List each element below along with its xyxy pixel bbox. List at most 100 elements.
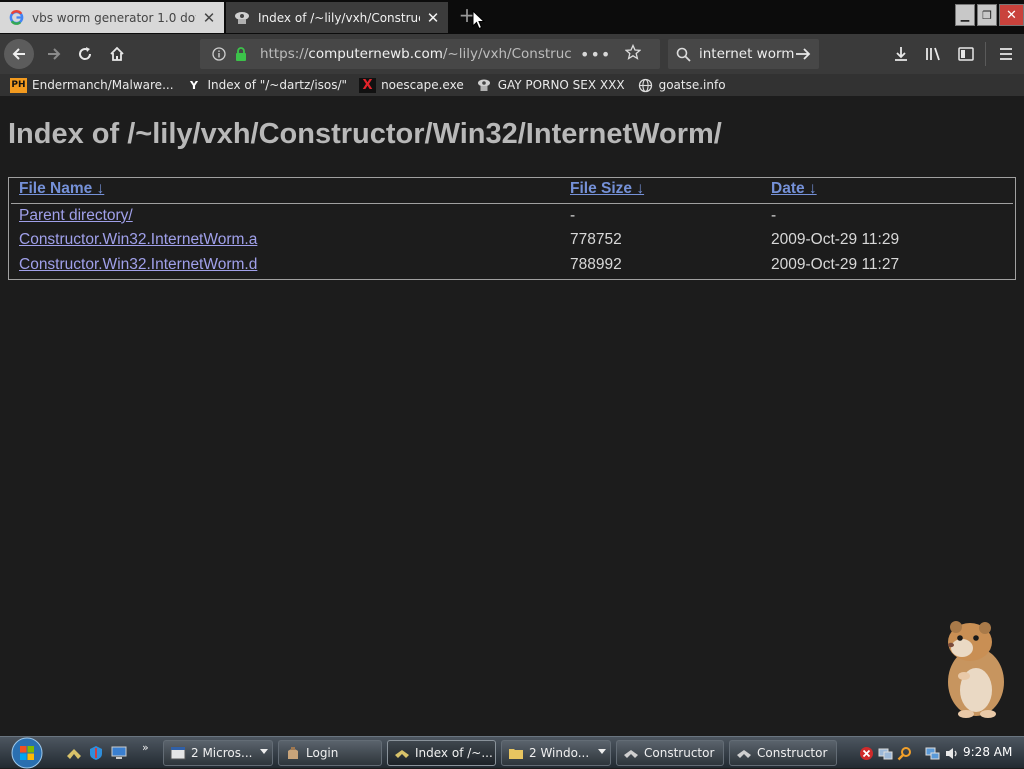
navigation-toolbar: https://computernewb.com/~lily/vxh/Const…: [0, 34, 1024, 74]
quick-launch-more-button[interactable]: »: [142, 741, 149, 754]
home-button[interactable]: [103, 40, 131, 68]
globe-icon: [637, 78, 654, 93]
file-listing-table: File Name ↓ File Size ↓ Date ↓ Parent di…: [8, 177, 1016, 280]
taskbar-button-index-of[interactable]: Index of /~...: [387, 740, 496, 766]
file-date: -: [771, 207, 777, 224]
table-header-row: File Name ↓ File Size ↓ Date ↓: [9, 178, 1015, 202]
volume-icon[interactable]: [943, 745, 959, 761]
bookmark-endermanch[interactable]: PH Endermanch/Malware...: [10, 77, 174, 93]
tab-vbs-worm-generator[interactable]: vbs worm generator 1.0 downl ✕: [0, 2, 224, 33]
downloads-button[interactable]: [887, 40, 915, 68]
bookmark-noescape[interactable]: X noescape.exe: [359, 77, 464, 93]
file-size: -: [570, 207, 576, 224]
reload-icon: [79, 47, 92, 60]
table-row: Parent directory/ - -: [9, 205, 1015, 229]
window-icon: [170, 745, 186, 761]
google-icon: [8, 10, 24, 26]
quick-launch-computer-icon[interactable]: [111, 745, 127, 761]
url-host: computernewb.com: [308, 46, 443, 62]
search-icon: [676, 47, 691, 62]
constructor-icon: [623, 745, 639, 761]
sidebar-button[interactable]: [952, 40, 980, 68]
arrow-right-icon: [48, 48, 61, 60]
folder-icon: [508, 745, 524, 761]
constructor-icon: [736, 745, 752, 761]
forward-button[interactable]: [40, 40, 68, 68]
ph-icon: PH: [10, 77, 27, 93]
url-bar[interactable]: https://computernewb.com/~lily/vxh/Const…: [200, 39, 660, 69]
window-close-icon[interactable]: ✕: [999, 4, 1024, 26]
toolbar-divider: [985, 42, 986, 66]
network-icon[interactable]: [877, 745, 893, 761]
windows-logo-icon: [11, 737, 43, 769]
search-bar[interactable]: internet worm: [668, 39, 819, 69]
tab-strip: vbs worm generator 1.0 downl ✕ Index of …: [0, 0, 1024, 34]
taskbar-button-label: 2 Micros...: [191, 746, 253, 760]
minimize-icon[interactable]: ▁: [955, 4, 975, 26]
quick-launch-shield-icon[interactable]: [88, 745, 104, 761]
hamburger-icon: [1000, 48, 1012, 60]
hamster-mascot-icon[interactable]: [936, 616, 1010, 720]
chevron-down-icon: [260, 749, 268, 754]
tab-label: vbs worm generator 1.0 downl: [32, 10, 196, 25]
chevron-down-icon: [598, 749, 606, 754]
reload-button[interactable]: [71, 40, 99, 68]
file-date: 2009-Oct-29 11:29: [771, 231, 900, 248]
error-icon[interactable]: [858, 745, 874, 761]
taskbar-button-label: Constructor: [757, 746, 828, 760]
taskbar-button-label: 2 Windo...: [529, 746, 590, 760]
windows-taskbar: » 2 Micros... Login Index of /~... 2 Win…: [0, 736, 1024, 769]
clock[interactable]: 9:28 AM: [963, 745, 1012, 759]
sort-by-file-name-link[interactable]: File Name ↓: [19, 180, 104, 198]
magnifier-icon[interactable]: [896, 745, 912, 761]
lock-icon[interactable]: [232, 47, 250, 61]
taskbar-button-login[interactable]: Login: [278, 740, 382, 766]
page-title: Index of /~lily/vxh/Constructor/Win32/In…: [8, 118, 722, 150]
webpage-icon: [394, 745, 410, 761]
bookmark-goatse[interactable]: goatse.info: [637, 78, 726, 93]
menu-button[interactable]: [992, 40, 1020, 68]
restore-icon[interactable]: ❐: [977, 4, 997, 26]
close-icon[interactable]: ✕: [202, 9, 216, 27]
go-arrow-icon[interactable]: [795, 47, 811, 61]
yc-icon: Y: [190, 78, 198, 92]
taskbar-button-constructor-2[interactable]: Constructor: [729, 740, 837, 766]
back-button[interactable]: [4, 39, 34, 69]
quick-launch-constructor-icon[interactable]: [66, 745, 82, 761]
file-link[interactable]: Constructor.Win32.InternetWorm.a: [19, 231, 257, 249]
taskbar-button-label: Login: [306, 746, 339, 760]
sort-by-date-link[interactable]: Date ↓: [771, 180, 817, 198]
bookmark-label: Index of "/~dartz/isos/": [207, 78, 348, 92]
parent-directory-link[interactable]: Parent directory/: [19, 207, 133, 225]
taskbar-button-label: Index of /~...: [415, 746, 493, 760]
file-link[interactable]: Constructor.Win32.InternetWorm.d: [19, 256, 257, 274]
mouse-cursor-icon: [472, 10, 485, 30]
close-icon[interactable]: ✕: [426, 9, 440, 27]
url-scheme: https://: [260, 46, 309, 62]
taskbar-button-windows[interactable]: 2 Windo...: [501, 740, 611, 766]
home-icon: [110, 46, 124, 61]
info-icon[interactable]: [210, 47, 228, 61]
url-path: /~lily/vxh/Constructor/W: [442, 46, 572, 62]
tab-index-of[interactable]: Index of /~lily/vxh/Constructo ✕: [226, 2, 448, 33]
tab-label: Index of /~lily/vxh/Constructo: [258, 10, 420, 25]
x-icon: X: [359, 77, 377, 93]
sort-by-file-size-link[interactable]: File Size ↓: [570, 180, 644, 198]
connection-icon[interactable]: [924, 745, 940, 761]
url-text: https://computernewb.com/~lily/vxh/Const…: [260, 46, 572, 62]
library-button[interactable]: [920, 40, 948, 68]
arrow-left-icon: [12, 48, 25, 60]
bookmark-dartz-isos[interactable]: Y Index of "/~dartz/isos/": [186, 78, 348, 93]
page-actions-button[interactable]: •••: [580, 45, 611, 64]
bookmark-label: GAY PORNO SEX XXX: [497, 78, 625, 92]
search-input[interactable]: internet worm: [699, 46, 795, 62]
star-icon[interactable]: [624, 43, 642, 64]
bookmark-label: Endermanch/Malware...: [32, 78, 174, 92]
header-divider: [11, 203, 1013, 204]
start-button[interactable]: [10, 737, 44, 769]
bag-icon: [285, 745, 301, 761]
taskbar-button-microsoft[interactable]: 2 Micros...: [163, 740, 273, 766]
taskbar-button-constructor-1[interactable]: Constructor: [616, 740, 724, 766]
bookmark-gay-porno[interactable]: GAY PORNO SEX XXX: [476, 78, 625, 93]
webpage-icon: [234, 10, 250, 26]
